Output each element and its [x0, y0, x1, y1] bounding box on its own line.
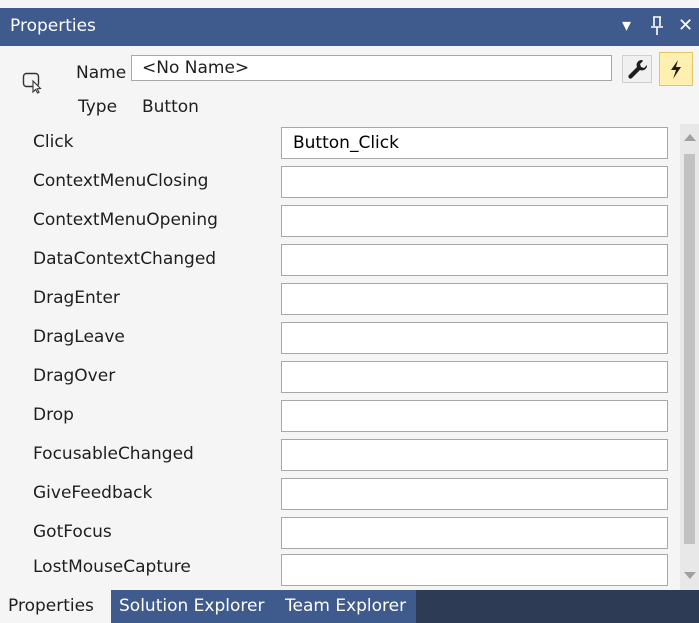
event-handler-field[interactable] — [281, 439, 668, 471]
properties-header: Name <No Name> Type Button — [0, 46, 699, 124]
window-title: Properties — [10, 16, 96, 36]
lightning-bolt-icon — [660, 60, 692, 89]
event-name: GiveFeedback — [33, 483, 153, 503]
event-handler-field[interactable] — [281, 554, 668, 586]
event-name: ContextMenuOpening — [33, 210, 218, 230]
tab-team-explorer[interactable]: Team Explorer — [277, 590, 416, 623]
event-row: DragOver — [0, 358, 680, 397]
scroll-down-icon[interactable] — [684, 572, 696, 579]
event-name: DataContextChanged — [33, 249, 217, 269]
event-name: FocusableChanged — [33, 444, 194, 464]
name-label: Name — [76, 63, 127, 83]
tab-solution-explorer[interactable]: Solution Explorer — [111, 590, 277, 623]
event-handler-field[interactable] — [281, 517, 668, 549]
cursor-selector-icon — [22, 72, 44, 94]
event-handler-field[interactable] — [281, 322, 668, 354]
event-name: DragEnter — [33, 288, 120, 308]
event-name: ContextMenuClosing — [33, 171, 209, 191]
event-handler-field[interactable] — [281, 205, 668, 237]
scroll-up-icon[interactable] — [684, 134, 696, 141]
event-handler-field[interactable] — [281, 400, 668, 432]
properties-view-button[interactable] — [622, 55, 652, 83]
event-grid: Click Button_Click ContextMenuClosing Co… — [0, 124, 680, 590]
event-row: Drop — [0, 397, 680, 436]
tab-properties[interactable]: Properties — [0, 590, 111, 623]
dropdown-arrow-icon[interactable]: ▾ — [622, 14, 631, 38]
event-name: Click — [33, 132, 74, 152]
event-row: DataContextChanged — [0, 241, 680, 280]
event-row: DragEnter — [0, 280, 680, 319]
event-row: GotFocus — [0, 514, 680, 553]
pin-icon[interactable] — [650, 14, 664, 43]
scrollbar-thumb[interactable] — [684, 154, 695, 544]
event-name: LostMouseCapture — [33, 557, 191, 577]
event-handler-field[interactable] — [281, 478, 668, 510]
event-row: ContextMenuOpening — [0, 202, 680, 241]
event-name: DragOver — [33, 366, 116, 386]
event-handler-field[interactable] — [281, 244, 668, 276]
properties-title-bar: Properties ▾ ✕ — [0, 8, 699, 46]
name-field[interactable]: <No Name> — [131, 55, 612, 81]
type-label: Type — [78, 97, 118, 117]
event-row: Click Button_Click — [0, 124, 680, 163]
event-handler-field[interactable]: Button_Click — [281, 127, 668, 159]
type-value: Button — [142, 97, 199, 117]
event-row: FocusableChanged — [0, 436, 680, 475]
close-icon[interactable]: ✕ — [678, 14, 693, 38]
events-view-button[interactable] — [659, 52, 693, 86]
event-name: Drop — [33, 405, 74, 425]
event-handler-field[interactable] — [281, 166, 668, 198]
event-name: DragLeave — [33, 327, 125, 347]
bottom-tab-bar: Properties Solution Explorer Team Explor… — [0, 590, 699, 623]
event-row: GiveFeedback — [0, 475, 680, 514]
wrench-icon — [623, 59, 651, 86]
event-handler-field[interactable] — [281, 283, 668, 315]
event-row: LostMouseCapture — [0, 551, 680, 590]
event-row: ContextMenuClosing — [0, 163, 680, 202]
event-handler-field[interactable] — [281, 361, 668, 393]
vertical-scrollbar[interactable] — [680, 124, 699, 590]
event-name: GotFocus — [33, 522, 112, 542]
event-row: DragLeave — [0, 319, 680, 358]
